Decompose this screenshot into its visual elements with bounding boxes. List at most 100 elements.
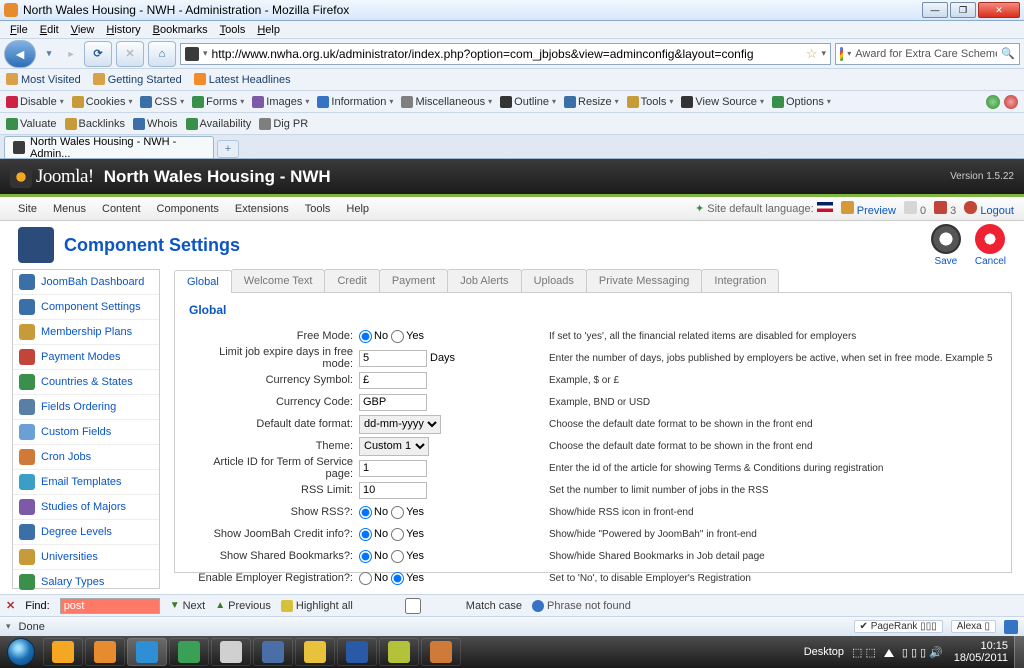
radio-yes[interactable]: Yes — [391, 506, 424, 519]
sidebar-item[interactable]: Countries & States — [13, 370, 159, 395]
find-previous[interactable]: ▲Previous — [215, 600, 271, 612]
text-input[interactable] — [359, 394, 427, 411]
devtool-resize[interactable]: Resize — [564, 96, 619, 108]
tab-payment[interactable]: Payment — [379, 269, 448, 292]
taskbar-app[interactable] — [43, 638, 83, 666]
devtool-outline[interactable]: Outline — [500, 96, 556, 108]
devtool-options[interactable]: Options — [772, 96, 831, 108]
text-input[interactable] — [359, 482, 427, 499]
taskbar-app[interactable] — [211, 638, 251, 666]
radio-yes[interactable]: Yes — [391, 550, 424, 563]
radio-no[interactable]: No — [359, 528, 388, 541]
sidebar-item[interactable]: Universities — [13, 545, 159, 570]
jmenu-components[interactable]: Components — [149, 203, 227, 215]
start-button[interactable] — [0, 636, 42, 668]
window-close[interactable]: ✕ — [978, 2, 1020, 18]
radio-no[interactable]: No — [359, 330, 388, 343]
taskbar-app[interactable] — [169, 638, 209, 666]
radio-yes[interactable]: Yes — [391, 330, 424, 343]
taskbar-app[interactable] — [253, 638, 293, 666]
taskbar-app[interactable] — [379, 638, 419, 666]
sidebar-item[interactable]: Component Settings — [13, 295, 159, 320]
radio-no[interactable]: No — [359, 506, 388, 519]
seotool-valuate[interactable]: Valuate — [6, 118, 57, 130]
noscript-icon[interactable] — [1004, 620, 1018, 634]
nav-forward-button[interactable]: ► — [62, 41, 80, 67]
taskbar-app[interactable] — [295, 638, 335, 666]
taskbar-app[interactable] — [127, 638, 167, 666]
devtool-disable[interactable]: Disable — [6, 96, 64, 108]
seotool-dig pr[interactable]: Dig PR — [259, 118, 308, 130]
tab-integration[interactable]: Integration — [701, 269, 779, 292]
nav-back-dropdown[interactable]: ▾ — [40, 41, 58, 67]
devtool-cookies[interactable]: Cookies — [72, 96, 133, 108]
pagerank-indicator[interactable]: ✔ PageRank ▯▯▯ — [854, 620, 943, 633]
save-button[interactable]: Save — [931, 224, 961, 267]
tab-credit[interactable]: Credit — [324, 269, 379, 292]
show-desktop-button[interactable] — [1014, 636, 1024, 668]
radio-no[interactable]: No — [359, 550, 388, 563]
find-highlight-all[interactable]: Highlight all — [281, 600, 353, 612]
show-desktop-label[interactable]: Desktop — [804, 646, 844, 658]
radio-yes[interactable]: Yes — [391, 572, 424, 585]
bookmark-star-icon[interactable]: ☆ — [806, 46, 818, 62]
sidebar-item[interactable]: Fields Ordering — [13, 395, 159, 420]
select-input[interactable]: Custom 1 — [359, 437, 429, 456]
taskbar-app[interactable] — [85, 638, 125, 666]
text-input[interactable] — [359, 460, 427, 477]
messages-count[interactable]: 0 — [904, 201, 926, 217]
jmenu-help[interactable]: Help — [338, 203, 377, 215]
devtool-view source[interactable]: View Source — [681, 96, 764, 108]
nav-stop-button[interactable]: ✕ — [116, 41, 144, 67]
sidebar-item[interactable]: Studies of Majors — [13, 495, 159, 520]
tab-welcome-text[interactable]: Welcome Text — [231, 269, 326, 292]
jmenu-tools[interactable]: Tools — [297, 203, 339, 215]
sidebar-item[interactable]: Cron Jobs — [13, 445, 159, 470]
devtool-forms[interactable]: Forms — [192, 96, 244, 108]
menu-tools[interactable]: Tools — [214, 24, 252, 36]
find-match-case[interactable]: Match case — [363, 598, 522, 614]
users-count[interactable]: 3 — [934, 201, 956, 217]
radio-yes[interactable]: Yes — [391, 528, 424, 541]
radio-no[interactable]: No — [359, 572, 388, 585]
jmenu-site[interactable]: Site — [10, 203, 45, 215]
tab-private-messaging[interactable]: Private Messaging — [586, 269, 703, 292]
cancel-button[interactable]: Cancel — [975, 224, 1006, 267]
url-bar[interactable]: ▾ ☆ ▾ — [180, 43, 831, 65]
logout-link[interactable]: Logout — [964, 201, 1014, 217]
bookmark-item[interactable]: Latest Headlines — [194, 73, 291, 86]
sidebar-item[interactable]: Email Templates — [13, 470, 159, 495]
tray-icons[interactable]: ▯▯▯🔊 — [902, 646, 946, 659]
select-input[interactable]: dd-mm-yyyy — [359, 415, 441, 434]
tab-global[interactable]: Global — [174, 270, 232, 293]
seotool-availability[interactable]: Availability — [186, 118, 252, 130]
new-tab-button[interactable]: + — [217, 140, 239, 158]
alexa-indicator[interactable]: Alexa ▯ — [951, 620, 996, 633]
menu-history[interactable]: History — [100, 24, 146, 36]
nav-back-button[interactable]: ◄ — [4, 40, 36, 68]
seotool-whois[interactable]: Whois — [133, 118, 178, 130]
taskbar-app[interactable] — [421, 638, 461, 666]
jmenu-extensions[interactable]: Extensions — [227, 203, 297, 215]
jmenu-content[interactable]: Content — [94, 203, 149, 215]
search-input[interactable] — [855, 48, 997, 60]
check-fail-icon[interactable] — [1004, 95, 1018, 109]
taskbar-app[interactable] — [337, 638, 377, 666]
sidebar-item[interactable]: Degree Levels — [13, 520, 159, 545]
devtool-tools[interactable]: Tools — [627, 96, 674, 108]
sidebar-item[interactable]: Membership Plans — [13, 320, 159, 345]
menu-bookmarks[interactable]: Bookmarks — [147, 24, 214, 36]
check-ok-icon[interactable] — [986, 95, 1000, 109]
text-input[interactable] — [359, 350, 427, 367]
window-maximize[interactable]: ❐ — [950, 2, 976, 18]
seotool-backlinks[interactable]: Backlinks — [65, 118, 125, 130]
sidebar-item[interactable]: Salary Types — [13, 570, 159, 594]
menu-edit[interactable]: Edit — [34, 24, 65, 36]
bookmark-item[interactable]: Most Visited — [6, 73, 81, 86]
text-input[interactable] — [359, 372, 427, 389]
browser-tab[interactable]: North Wales Housing - NWH - Admin... — [4, 136, 214, 158]
devtool-images[interactable]: Images — [252, 96, 309, 108]
sidebar-item[interactable]: JoomBah Dashboard — [13, 270, 159, 295]
preview-link[interactable]: Preview — [841, 201, 896, 217]
url-input[interactable] — [212, 47, 802, 61]
